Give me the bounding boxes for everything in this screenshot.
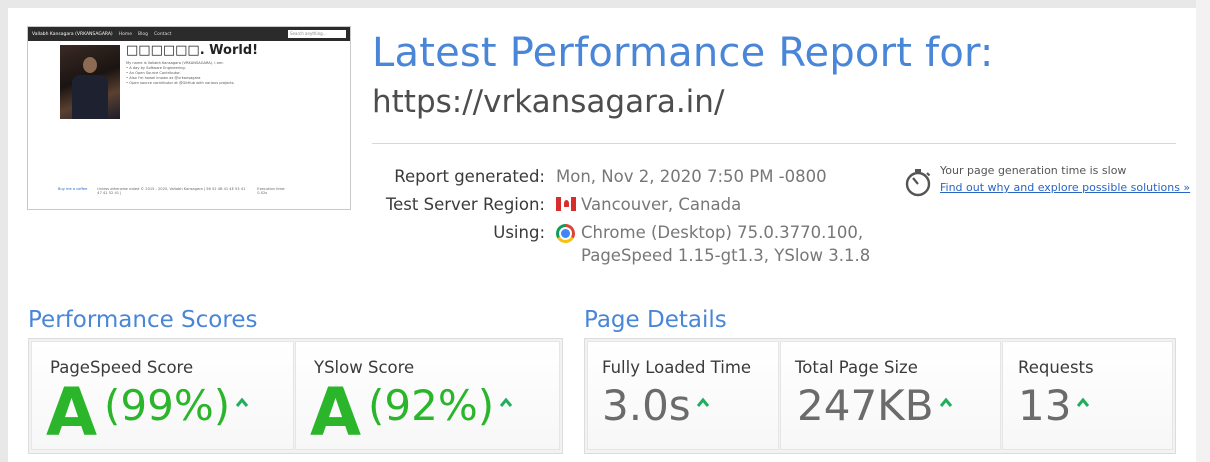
thumbnail-nav-home: Home bbox=[118, 31, 132, 37]
thumbnail-footer-text: Unless otherwise noted © 2015 - 2020, Va… bbox=[97, 187, 246, 195]
thumbnail-footer: Buy me a coffee Unless otherwise noted ©… bbox=[28, 187, 350, 209]
arrow-up-icon bbox=[696, 397, 709, 407]
using-label: Using: bbox=[493, 223, 545, 242]
yslow-grade: A bbox=[310, 374, 362, 451]
page-screenshot-thumbnail: Vallabh Kansagara (VRKANSAGARA) Home Blo… bbox=[27, 26, 351, 210]
arrow-up-icon bbox=[500, 397, 513, 407]
requests-label: Requests bbox=[1018, 358, 1094, 377]
thumbnail-heading: □□□□□□. World! bbox=[126, 43, 259, 58]
report-title: Latest Performance Report for: bbox=[372, 30, 994, 76]
explore-solutions-link[interactable]: Find out why and explore possible soluti… bbox=[940, 181, 1190, 194]
chrome-icon bbox=[556, 224, 575, 243]
fully-loaded-time-card[interactable]: Fully Loaded Time 3.0s bbox=[587, 341, 779, 450]
server-region-label: Test Server Region: bbox=[385, 195, 545, 214]
stopwatch-icon bbox=[905, 169, 931, 197]
tool-versions: PageSpeed 1.15-gt1.3, YSlow 3.1.8 bbox=[581, 246, 871, 265]
divider bbox=[372, 143, 1176, 144]
report-url[interactable]: https://vrkansagara.in/ bbox=[372, 84, 724, 120]
arrow-up-icon bbox=[236, 397, 249, 407]
report-generated-label: Report generated: bbox=[394, 167, 545, 186]
fully-loaded-time-label: Fully Loaded Time bbox=[602, 358, 752, 377]
fully-loaded-time-value: 3.0s bbox=[602, 385, 709, 427]
thumbnail-bullet: • Open source contributor at @GitHub wit… bbox=[126, 81, 235, 85]
total-page-size-card[interactable]: Total Page Size 247KB bbox=[780, 341, 1001, 450]
yslow-score-card[interactable]: YSlow Score A (92%) bbox=[295, 341, 560, 450]
thumbnail-nav-contact: Contact bbox=[153, 31, 172, 37]
total-page-size-value: 247KB bbox=[797, 385, 952, 427]
pagespeed-grade: A bbox=[46, 374, 98, 451]
canada-flag-icon bbox=[556, 197, 576, 211]
thumbnail-search: Search anything... bbox=[288, 30, 346, 38]
arrow-up-icon bbox=[939, 397, 952, 407]
pagespeed-percent: (99%) bbox=[104, 385, 249, 427]
thumbnail-exec-time: Execution time: 0.02s bbox=[257, 187, 286, 195]
arrow-up-icon bbox=[1077, 397, 1090, 407]
report-generated-value: Mon, Nov 2, 2020 7:50 PM -0800 bbox=[556, 167, 827, 186]
server-region-value: Vancouver, Canada bbox=[581, 195, 742, 214]
pagespeed-score-card[interactable]: PageSpeed Score A (99%) bbox=[31, 341, 294, 450]
thumbnail-nav-blog: Blog bbox=[137, 31, 148, 37]
thumbnail-navbar: Vallabh Kansagara (VRKANSAGARA) Home Blo… bbox=[28, 27, 350, 41]
requests-card[interactable]: Requests 13 bbox=[1002, 341, 1173, 450]
requests-value: 13 bbox=[1018, 385, 1090, 427]
total-page-size-label: Total Page Size bbox=[795, 358, 918, 377]
browser-version: Chrome (Desktop) 75.0.3770.100, bbox=[581, 223, 864, 242]
slow-generation-notice: Your page generation time is slow bbox=[940, 164, 1127, 177]
scrollbar-track[interactable] bbox=[1196, 0, 1210, 462]
thumbnail-coffee: Buy me a coffee bbox=[58, 187, 88, 191]
thumbnail-profile-photo bbox=[60, 45, 120, 119]
thumbnail-brand: Vallabh Kansagara (VRKANSAGARA) bbox=[32, 31, 113, 37]
page-details-title: Page Details bbox=[584, 307, 727, 333]
yslow-percent: (92%) bbox=[368, 385, 513, 427]
thumbnail-text: My name is Vallabh Kansagara (VRKANSAGAR… bbox=[126, 61, 235, 86]
performance-scores-title: Performance Scores bbox=[28, 307, 258, 333]
